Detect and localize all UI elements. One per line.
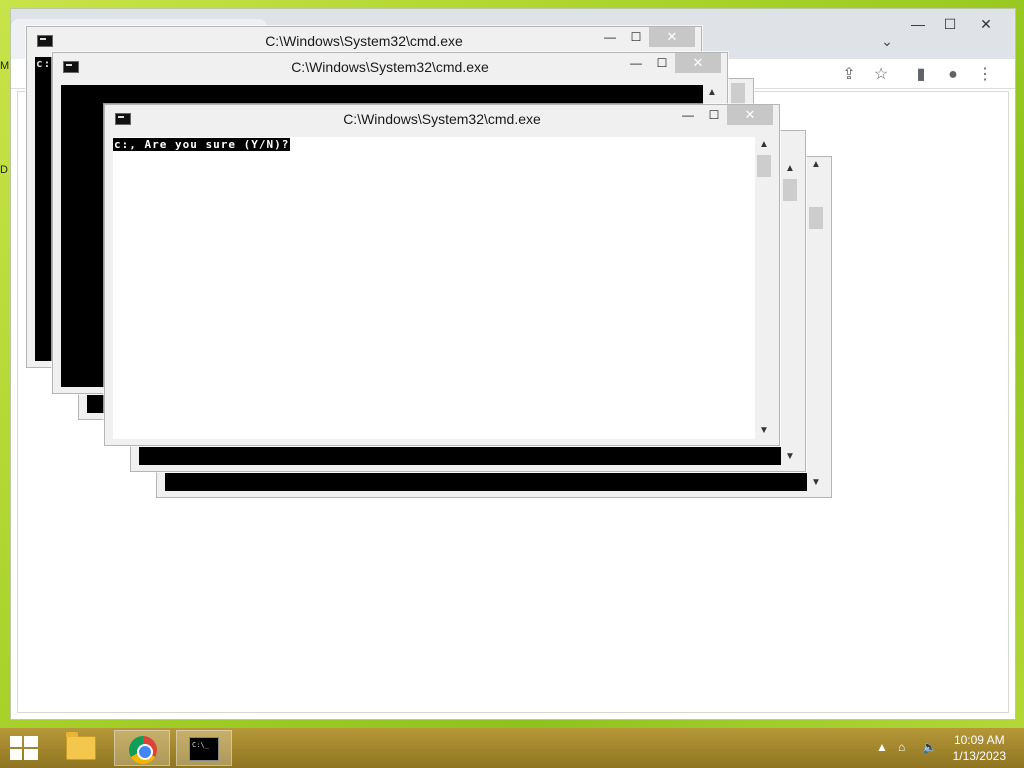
scroll-up-icon[interactable]: ▲ [755,137,773,153]
scroll-up-icon[interactable]: ▲ [807,157,825,173]
chevron-down-icon[interactable]: ⌄ [877,33,897,53]
taskbar-chrome[interactable] [114,730,170,766]
cmd-icon [189,737,219,761]
chrome-minimize-button[interactable]: — [903,13,933,35]
maximize-button[interactable]: ☐ [623,27,649,47]
cmd-window-front[interactable]: C:\Windows\System32\cmd.exe — ☐ ✕ c:, Ar… [104,104,780,446]
volume-icon[interactable]: 🔈 [922,740,937,754]
desktop-label-1[interactable]: M [0,60,10,74]
taskbar-cmd[interactable] [176,730,232,766]
close-button[interactable]: ✕ [727,105,773,125]
scroll-thumb[interactable] [809,207,823,229]
taskbar: ▲ ⌂ 🔈 10:09 AM 1/13/2023 [0,728,1024,768]
cmd-scrollbar[interactable]: ▲ ▼ [807,157,825,491]
system-clock[interactable]: 10:09 AM 1/13/2023 [953,732,1006,764]
scroll-up-icon[interactable]: ▲ [781,161,799,177]
scroll-down-icon[interactable]: ▼ [755,423,773,439]
scroll-up-icon[interactable]: ▲ [703,85,721,101]
cmd-console [165,473,807,491]
chrome-maximize-button[interactable]: ☐ [935,13,965,35]
show-hidden-icons-icon[interactable]: ▲ [876,740,888,754]
windows-start-icon[interactable] [10,736,38,760]
scroll-down-icon[interactable]: ▼ [781,449,799,465]
minimize-button[interactable]: — [623,53,649,73]
minimize-button[interactable]: — [675,105,701,125]
console-text: c: [36,57,52,70]
minimize-button[interactable]: — [597,27,623,47]
clock-time: 10:09 AM [953,733,1005,747]
scroll-thumb[interactable] [731,83,745,105]
profile-icon[interactable]: ● [941,63,965,87]
side-panel-icon[interactable]: ▮ [909,63,933,87]
cmd-titlebar[interactable]: C:\Windows\System32\cmd.exe — ☐ ✕ [105,105,779,135]
close-button[interactable]: ✕ [649,27,695,47]
scroll-down-icon[interactable]: ▼ [807,475,825,491]
maximize-button[interactable]: ☐ [701,105,727,125]
share-icon[interactable]: ⇪ [837,63,861,87]
cmd-console [139,447,781,465]
console-prompt: c:, Are you sure (Y/N)? [113,138,291,151]
chrome-close-button[interactable]: ✕ [971,13,1001,35]
cmd-console[interactable]: c:, Are you sure (Y/N)? [113,137,755,439]
menu-icon[interactable]: ⋮ [973,63,997,87]
network-icon[interactable]: ⌂ [898,740,905,754]
taskbar-file-explorer[interactable] [52,730,108,766]
clock-date: 1/13/2023 [952,749,1006,763]
close-button[interactable]: ✕ [675,53,721,73]
cmd-scrollbar[interactable]: ▲ ▼ [781,161,799,465]
cmd-scrollbar[interactable]: ▲ ▼ [755,137,773,439]
desktop-label-2[interactable]: D [0,164,10,178]
scroll-thumb[interactable] [757,155,771,177]
folder-icon [66,732,96,760]
star-icon[interactable]: ☆ [869,63,893,87]
chrome-icon [129,736,157,764]
maximize-button[interactable]: ☐ [649,53,675,73]
cmd-titlebar[interactable]: C:\Windows\System32\cmd.exe — ☐ ✕ [53,53,727,83]
scroll-thumb[interactable] [783,179,797,201]
